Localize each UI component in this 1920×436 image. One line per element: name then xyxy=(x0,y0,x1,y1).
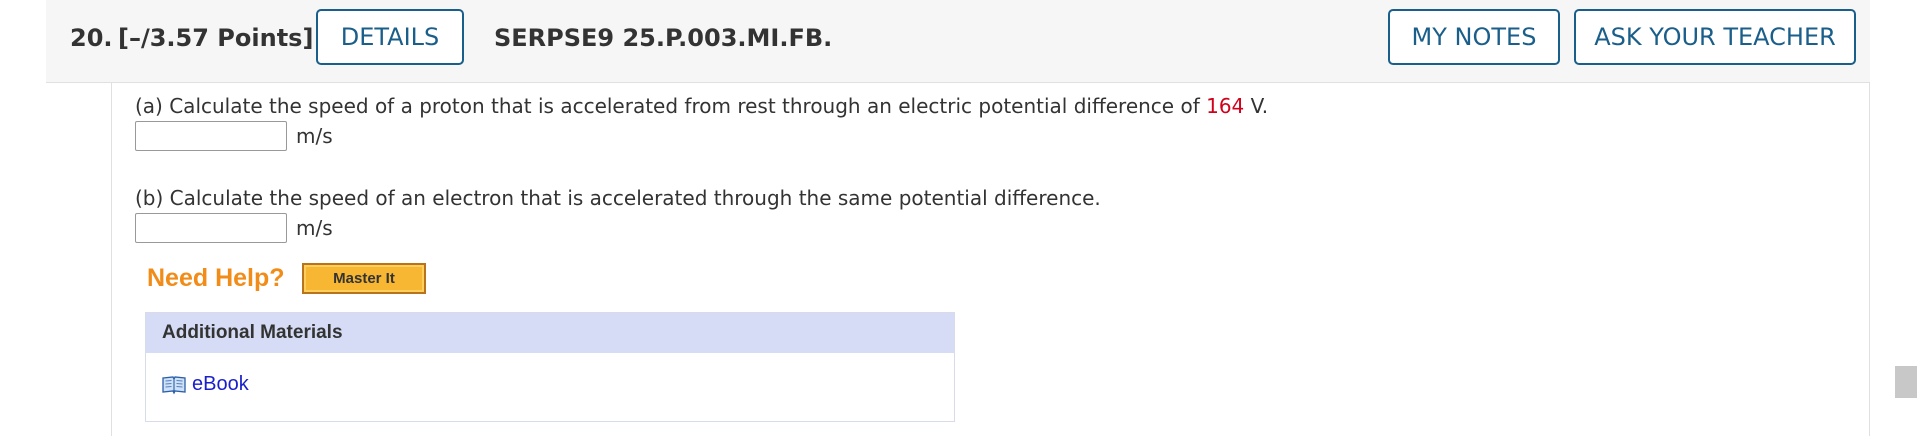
part-b-answer-input[interactable] xyxy=(135,213,287,243)
ebook-row[interactable]: eBook xyxy=(162,373,249,396)
part-a-unit: m/s xyxy=(296,124,333,148)
part-a-answer-input[interactable] xyxy=(135,121,287,151)
question-number: 20. xyxy=(70,24,113,52)
scrollbar-thumb[interactable] xyxy=(1895,366,1917,398)
my-notes-button[interactable]: MY NOTES xyxy=(1388,9,1560,65)
part-b-unit: m/s xyxy=(296,216,333,240)
content-left-border xyxy=(111,82,112,436)
need-help-label: Need Help? xyxy=(147,264,285,292)
additional-materials-panel: Additional Materials eBook xyxy=(145,312,955,422)
part-a-prompt-text: (a) Calculate the speed of a proton that… xyxy=(135,94,1207,118)
ebook-link[interactable]: eBook xyxy=(192,373,249,396)
details-button[interactable]: DETAILS xyxy=(316,9,464,65)
ask-your-teacher-button[interactable]: ASK YOUR TEACHER xyxy=(1574,9,1856,65)
question-code: SERPSE9 25.P.003.MI.FB. xyxy=(494,24,833,52)
question-header: 20. [–/3.57 Points] DETAILS SERPSE9 25.P… xyxy=(46,0,1870,83)
part-a-potential-value: 164 xyxy=(1206,94,1245,118)
question-points: [–/3.57 Points] xyxy=(118,24,314,52)
part-b-prompt: (b) Calculate the speed of an electron t… xyxy=(135,186,1101,210)
master-it-button[interactable]: Master It xyxy=(302,263,426,294)
part-a-prompt: (a) Calculate the speed of a proton that… xyxy=(135,94,1268,118)
part-a-prompt-end: V. xyxy=(1244,94,1269,118)
book-icon xyxy=(162,375,186,394)
content-right-border xyxy=(1869,82,1870,436)
additional-materials-title: Additional Materials xyxy=(146,313,954,353)
